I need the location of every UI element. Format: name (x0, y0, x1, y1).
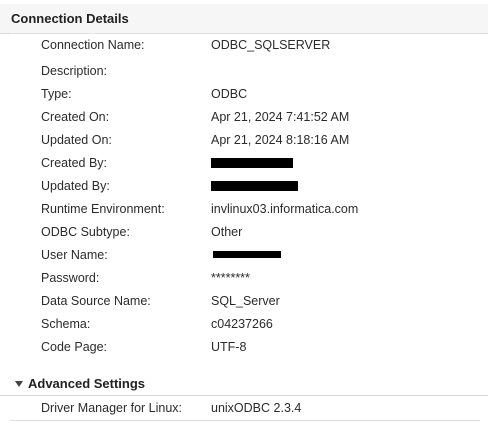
advanced-settings-title: Advanced Settings (28, 376, 146, 391)
field-driver-manager-linux: Driver Manager for Linux: unixODBC 2.3.4 (0, 398, 488, 418)
field-value: c04237266 (211, 317, 273, 331)
field-user-name: User Name: (0, 245, 488, 265)
field-value: invlinux03.informatica.com (211, 202, 359, 216)
field-value: unixODBC 2.3.4 (211, 401, 302, 415)
connection-details-title: Connection Details (11, 11, 129, 26)
field-updated-on: Updated On: Apr 21, 2024 8:18:16 AM (0, 130, 488, 150)
field-label: Description: (41, 64, 107, 78)
field-password: Password: ******** (0, 268, 488, 288)
field-label: Driver Manager for Linux: (41, 401, 183, 415)
field-label: Data Source Name: (41, 294, 151, 308)
chevron-down-icon[interactable] (15, 381, 23, 387)
field-label: Created By: (41, 156, 108, 170)
field-schema: Schema: c04237266 (0, 314, 488, 334)
field-value: Other (211, 225, 243, 239)
redaction-bar (211, 158, 293, 168)
field-label: Connection Name: (41, 38, 145, 52)
field-label: Runtime Environment: (41, 202, 165, 216)
advanced-settings-header[interactable]: Advanced Settings (0, 372, 488, 396)
field-label: ODBC Subtype: (41, 225, 130, 239)
field-description: Description: (0, 61, 488, 81)
connection-details-header: Connection Details (0, 4, 488, 34)
field-label: Schema: (41, 317, 91, 331)
field-value: ODBC (211, 87, 248, 101)
field-label: Updated On: (41, 133, 112, 147)
field-label: User Name: (41, 248, 108, 262)
field-label: Code Page: (41, 340, 108, 354)
field-data-source-name: Data Source Name: SQL_Server (0, 291, 488, 311)
field-created-on: Created On: Apr 21, 2024 7:41:52 AM (0, 107, 488, 127)
field-runtime-environment: Runtime Environment: invlinux03.informat… (0, 199, 488, 219)
field-created-by: Created By: (0, 153, 488, 173)
field-label: Updated By: (41, 179, 110, 193)
field-value: ODBC_SQLSERVER (211, 38, 331, 52)
field-code-page: Code Page: UTF-8 (0, 337, 488, 357)
field-odbc-subtype: ODBC Subtype: Other (0, 222, 488, 242)
field-type: Type: ODBC (0, 84, 488, 104)
field-value: Apr 21, 2024 7:41:52 AM (211, 110, 350, 124)
panel-divider (10, 33, 480, 34)
field-label: Created On: (41, 110, 110, 124)
panel-divider (10, 420, 480, 421)
field-label: Type: (41, 87, 72, 101)
redaction-bar (211, 181, 298, 191)
field-connection-name: Connection Name: ODBC_SQLSERVER (0, 35, 488, 55)
field-value: Apr 21, 2024 8:18:16 AM (211, 133, 350, 147)
field-updated-by: Updated By: (0, 176, 488, 196)
field-value: ******** (211, 271, 250, 285)
field-value: UTF-8 (211, 340, 247, 354)
redaction-bar (213, 251, 281, 258)
field-label: Password: (41, 271, 100, 285)
field-value: SQL_Server (211, 294, 280, 308)
